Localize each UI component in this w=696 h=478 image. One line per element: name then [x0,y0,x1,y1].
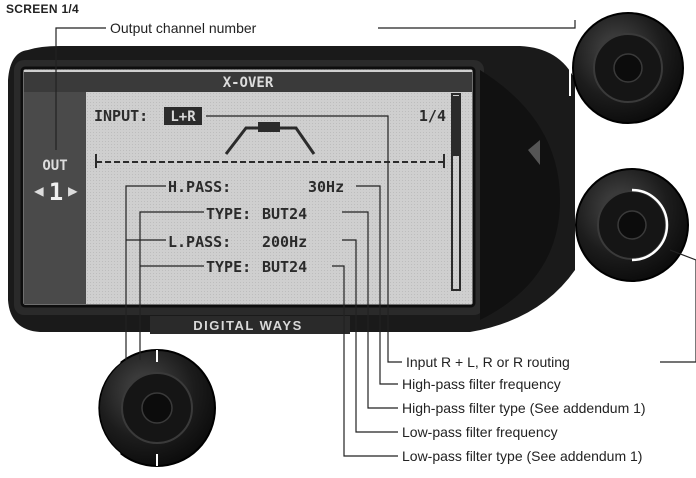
scrollbar-thumb[interactable] [453,96,459,156]
callout-hp-frequency: High-pass filter frequency [402,376,561,392]
out-label: OUT [42,158,67,174]
callout-output-channel: Output channel number [110,20,257,36]
brand-label: DIGITAL WAYS [193,318,303,333]
lpass-type-value[interactable]: BUT24 [262,258,307,276]
hpass-value[interactable]: 30Hz [308,178,344,196]
lpass-label: L.PASS: [168,233,231,251]
callout-input-routing: Input R + L, R or R routing [406,354,570,370]
hpass-type-value[interactable]: BUT24 [262,205,307,223]
channel-right-arrow[interactable]: ▶ [68,181,78,200]
callout-lp-frequency: Low-pass filter frequency [402,424,558,440]
bottom-left-knob[interactable] [96,349,216,467]
lpass-value[interactable]: 200Hz [262,233,307,251]
input-value[interactable]: L+R [170,109,196,125]
top-right-knob[interactable] [569,9,687,124]
channel-number[interactable]: 1 [49,178,63,206]
curve-handle[interactable] [258,122,280,132]
hpass-label: H.PASS: [168,178,231,196]
input-label: INPUT: [94,107,148,125]
lpass-type-label: TYPE: [206,258,251,276]
middle-right-knob[interactable] [575,168,689,282]
lcd-title: X-OVER [223,75,274,91]
callout-lp-type: Low-pass filter type (See addendum 1) [402,448,643,464]
channel-left-arrow[interactable]: ◀ [34,181,44,200]
callout-hp-type: High-pass filter type (See addendum 1) [402,400,646,416]
page-indicator: 1/4 [419,107,446,125]
hpass-type-label: TYPE: [206,205,251,223]
